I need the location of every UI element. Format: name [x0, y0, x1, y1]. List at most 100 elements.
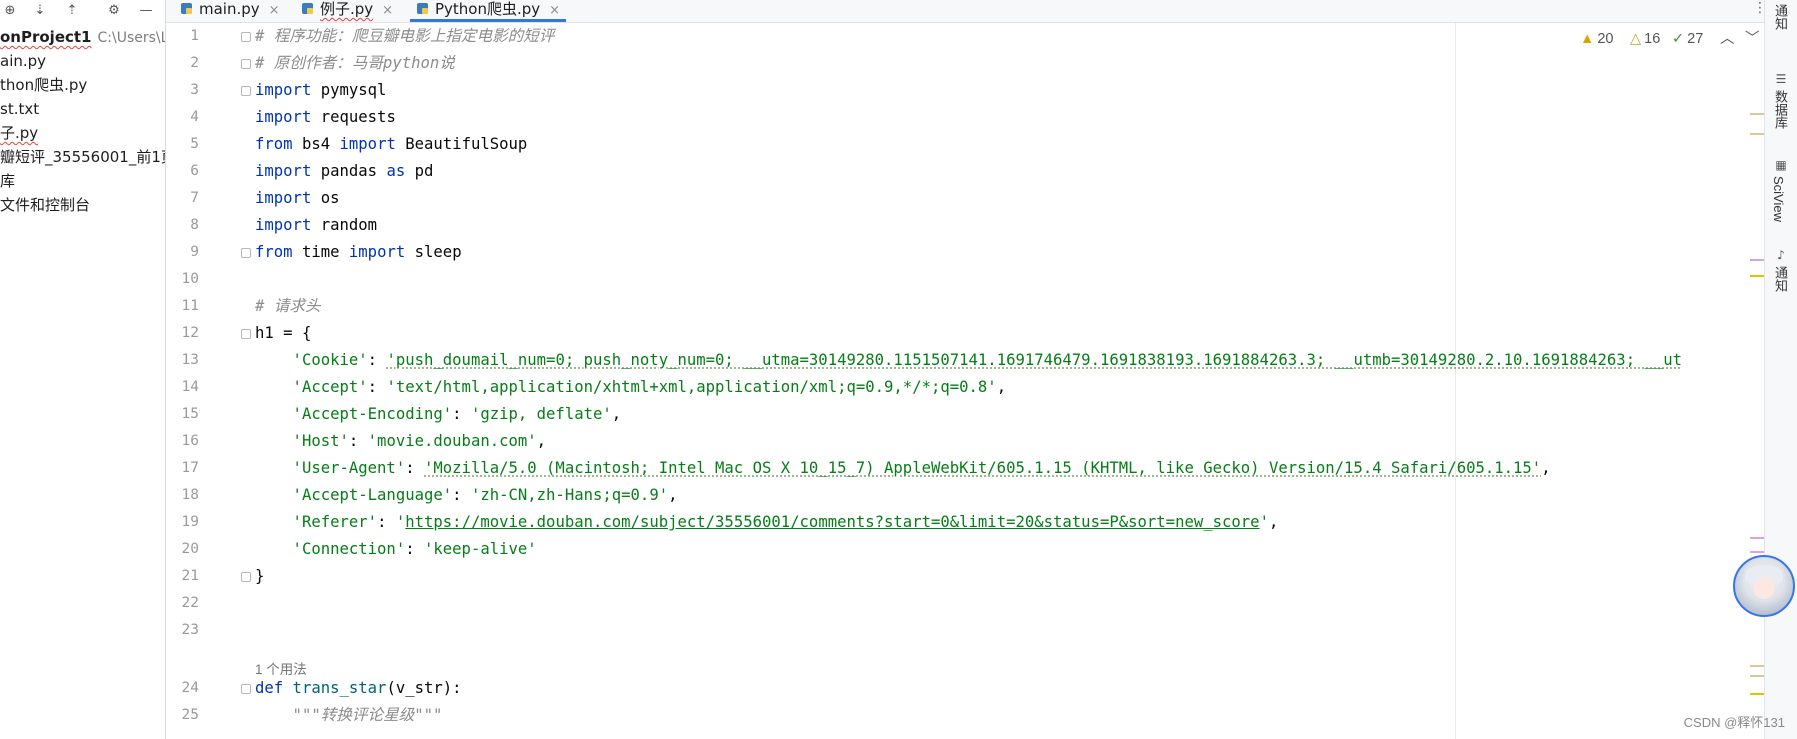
- keyword: from: [255, 243, 293, 261]
- database-icon: ☰: [1775, 72, 1787, 86]
- stripe-mark: [1750, 275, 1764, 277]
- tool-window-sciview[interactable]: SciView: [1771, 176, 1786, 222]
- line-number: 6: [190, 163, 199, 179]
- line-number: 5: [190, 136, 199, 152]
- tab-label: Python爬虫.py: [435, 0, 541, 18]
- stripe-mark: [1750, 537, 1764, 539]
- code-text: requests: [311, 108, 396, 126]
- tree-item[interactable]: st.txt: [0, 97, 39, 121]
- gear-icon[interactable]: ⚙: [106, 3, 122, 19]
- dict-key: 'Accept-Language': [255, 486, 453, 504]
- typos-count: 27: [1687, 31, 1704, 47]
- line-number: 12: [181, 325, 199, 341]
- code-text: os: [311, 189, 340, 207]
- keyword: as: [386, 162, 406, 180]
- keyword: import: [255, 81, 312, 99]
- tool-window-database[interactable]: 数据库: [1771, 90, 1790, 129]
- line-number: 25: [181, 707, 199, 723]
- quote: ': [1259, 513, 1269, 531]
- dict-value: 'Mozilla/5.0 (Macintosh; Intel Mac OS X …: [424, 459, 1542, 477]
- code-text: pd: [405, 162, 434, 180]
- tree-root[interactable]: onProject1 C:\Users\Le: [0, 25, 165, 49]
- dict-value: 'gzip, deflate': [470, 405, 612, 423]
- typos-counter[interactable]: ✓ 27: [1672, 29, 1703, 49]
- line-number: 14: [181, 379, 199, 395]
- code-line-6: import pandas as pd: [255, 158, 433, 185]
- tab-python-crawler[interactable]: Python爬虫.py ×: [410, 0, 567, 22]
- keyword: import: [348, 243, 406, 261]
- prev-highlight-icon[interactable]: ︿: [1720, 29, 1735, 49]
- line-number: 10: [181, 271, 199, 287]
- dict-key: 'Cookie': [255, 351, 368, 369]
- weak-warnings-counter[interactable]: △ 16: [1630, 29, 1660, 49]
- code-text: ,: [996, 378, 1007, 396]
- fold-marker-icon[interactable]: [241, 329, 251, 339]
- stripe-mark: [1750, 551, 1764, 553]
- minimize-icon[interactable]: —: [138, 3, 154, 19]
- tab-main[interactable]: main.py ×: [174, 0, 286, 22]
- keyword: from: [255, 135, 293, 153]
- code-line-18: 'Accept-Language': 'zh-CN,zh-Hans;q=0.9'…: [255, 482, 678, 509]
- python-file-icon: [302, 3, 313, 14]
- stripe-mark: [1750, 675, 1764, 677]
- dict-key: 'User-Agent': [255, 459, 406, 477]
- code-line-9: from time import sleep: [255, 239, 462, 266]
- line-number: 3: [190, 82, 199, 98]
- code-text: :: [367, 351, 387, 369]
- line-number: 19: [181, 514, 199, 530]
- sciview-icon: ▦: [1775, 158, 1787, 172]
- usage-hint[interactable]: 1 个用法: [255, 660, 307, 680]
- tree-item[interactable]: 库: [0, 169, 15, 193]
- close-icon[interactable]: ×: [269, 3, 280, 18]
- fold-marker-icon[interactable]: [241, 86, 251, 96]
- weak-warning-icon: △: [1630, 31, 1642, 47]
- gutter: 1 2 3 4 5 6 7 8 9 10 11 12 13 14 15 16 1…: [166, 23, 251, 739]
- code-text: ,: [611, 405, 622, 423]
- code-line-11: # 请求头: [255, 297, 321, 315]
- fold-marker-icon[interactable]: [241, 248, 251, 258]
- code-line-20: 'Connection': 'keep-alive': [255, 536, 537, 563]
- right-tool-bar: 通知 ☰ 数据库 ▦ SciView ♪ 通知: [1764, 0, 1797, 739]
- tool-window-notify[interactable]: 通知: [1771, 266, 1790, 292]
- fold-marker-icon[interactable]: [241, 32, 251, 42]
- line-number: 18: [181, 487, 199, 503]
- close-icon[interactable]: ×: [382, 3, 393, 18]
- code-editor[interactable]: # 程序功能：爬豆瓣电影上指定电影的短评 # 原创作者：马哥python说 im…: [255, 23, 1737, 739]
- tree-item[interactable]: 子.py: [0, 121, 38, 145]
- dict-value: 'push_doumail_num=0; push_noty_num=0; __…: [386, 351, 1683, 369]
- tree-item[interactable]: 文件和控制台: [0, 193, 90, 217]
- tab-example[interactable]: 例子.py ×: [295, 0, 399, 22]
- keyword: def: [255, 679, 284, 697]
- tree-item[interactable]: 瓣短评_35556001_前1页: [0, 145, 166, 169]
- code-text: (v_str):: [386, 679, 462, 697]
- code-line-3: import pymysql: [255, 77, 386, 104]
- assistant-avatar[interactable]: [1733, 555, 1795, 617]
- tree-item-label: 瓣短评_35556001_前1页: [0, 148, 166, 166]
- line-number: 11: [181, 298, 199, 314]
- code-line-13: 'Cookie': 'push_doumail_num=0; push_noty…: [255, 347, 1682, 374]
- code-text: pandas: [311, 162, 387, 180]
- tree-item-label: 子.py: [0, 124, 39, 142]
- referer-link[interactable]: https://movie.douban.com/subject/3555600…: [405, 513, 1259, 531]
- collapse-all-icon[interactable]: ⇡: [64, 3, 80, 19]
- fold-marker-icon[interactable]: [241, 572, 251, 582]
- line-number: 4: [190, 109, 199, 125]
- typo-check-icon: ✓: [1672, 31, 1685, 47]
- line-number: 13: [181, 352, 199, 368]
- tree-item-label: 库: [0, 172, 16, 190]
- code-text: ,: [668, 486, 678, 504]
- tab-label: 例子.py: [320, 0, 374, 18]
- warnings-counter[interactable]: ▲ 20: [1580, 29, 1614, 49]
- fold-marker-icon[interactable]: [241, 684, 251, 694]
- fold-marker-icon[interactable]: [241, 59, 251, 69]
- stripe-mark: [1750, 665, 1764, 667]
- error-stripe[interactable]: [1750, 23, 1764, 739]
- code-line-16: 'Host': 'movie.douban.com',: [255, 428, 547, 455]
- tool-window-notifications[interactable]: 通知: [1771, 4, 1790, 30]
- dict-key: 'Accept': [255, 378, 368, 396]
- close-icon[interactable]: ×: [549, 3, 560, 18]
- tree-item[interactable]: ain.py: [0, 49, 46, 73]
- expand-all-icon[interactable]: ⇣: [32, 3, 48, 19]
- locate-icon[interactable]: ⊕: [2, 3, 18, 19]
- tree-item[interactable]: thon爬虫.py: [0, 73, 87, 97]
